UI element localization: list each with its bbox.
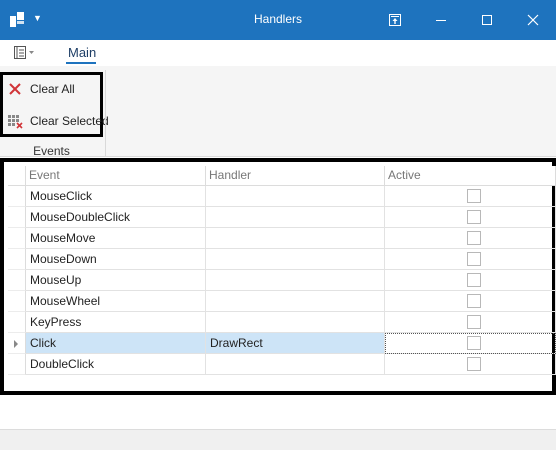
row-indicator-header xyxy=(8,166,26,186)
close-icon xyxy=(527,14,539,26)
title-bar: ▼ Handlers xyxy=(0,0,556,40)
handler-cell[interactable] xyxy=(206,186,385,207)
active-checkbox[interactable] xyxy=(467,231,481,245)
pin-icon xyxy=(389,14,401,26)
application-menu-button[interactable] xyxy=(13,45,37,61)
table-row[interactable]: MouseDoubleClick xyxy=(26,207,556,228)
ribbon-group-separator xyxy=(105,70,106,156)
active-cell[interactable] xyxy=(385,354,556,375)
table-row[interactable]: MouseUp xyxy=(26,270,556,291)
active-checkbox[interactable] xyxy=(467,315,481,329)
pin-button[interactable] xyxy=(372,0,418,40)
active-cell[interactable] xyxy=(385,249,556,270)
column-header-handler[interactable]: Handler xyxy=(206,166,385,186)
active-cell[interactable] xyxy=(385,207,556,228)
event-cell[interactable]: Click xyxy=(26,333,206,354)
row-indicator[interactable] xyxy=(8,207,26,228)
minimize-button[interactable] xyxy=(418,0,464,40)
maximize-button[interactable] xyxy=(464,0,510,40)
application-menu-icon xyxy=(14,46,34,59)
clear-selected-button[interactable]: Clear Selected xyxy=(7,109,109,133)
active-checkbox[interactable] xyxy=(467,336,481,350)
table-row[interactable]: KeyPress xyxy=(26,312,556,333)
events-group-caption: Events xyxy=(33,144,70,158)
handler-cell[interactable] xyxy=(206,228,385,249)
handler-cell[interactable] xyxy=(206,270,385,291)
status-bar xyxy=(0,429,556,450)
tab-main[interactable]: Main xyxy=(68,45,96,60)
current-row-arrow-icon xyxy=(14,340,18,348)
table-row[interactable]: MouseDown xyxy=(26,249,556,270)
event-cell[interactable]: DoubleClick xyxy=(26,354,206,375)
column-header-active[interactable]: Active xyxy=(385,166,556,186)
active-checkbox[interactable] xyxy=(467,294,481,308)
clear-all-label: Clear All xyxy=(30,82,75,96)
active-cell[interactable] xyxy=(385,333,556,354)
event-cell[interactable]: MouseUp xyxy=(26,270,206,291)
active-cell[interactable] xyxy=(385,186,556,207)
active-cell[interactable] xyxy=(385,228,556,249)
active-cell[interactable] xyxy=(385,270,556,291)
active-checkbox[interactable] xyxy=(467,273,481,287)
events-grid[interactable]: Event Handler Active MouseClick MouseDoub… xyxy=(0,158,556,395)
column-header-event[interactable]: Event xyxy=(26,166,206,186)
active-checkbox[interactable] xyxy=(467,357,481,371)
handler-cell[interactable] xyxy=(206,207,385,228)
ribbon-tab-strip: Main xyxy=(0,40,556,66)
close-button[interactable] xyxy=(510,0,556,40)
handler-cell[interactable] xyxy=(206,291,385,312)
events-ribbon-group: Clear All Clear Selected xyxy=(0,72,109,137)
event-cell[interactable]: MouseMove xyxy=(26,228,206,249)
row-indicator[interactable] xyxy=(8,270,26,291)
handler-cell[interactable]: DrawRect xyxy=(206,333,385,354)
active-checkbox[interactable] xyxy=(467,189,481,203)
row-indicator[interactable] xyxy=(8,333,26,354)
table-row[interactable]: DoubleClick xyxy=(26,354,556,375)
clear-selected-label: Clear Selected xyxy=(30,114,109,128)
event-cell[interactable]: KeyPress xyxy=(26,312,206,333)
table-row[interactable]: MouseClick xyxy=(26,186,556,207)
table-row[interactable]: MouseMove xyxy=(26,228,556,249)
clear-all-button[interactable]: Clear All xyxy=(7,77,75,101)
event-cell[interactable]: MouseClick xyxy=(26,186,206,207)
event-cell[interactable]: MouseDoubleClick xyxy=(26,207,206,228)
maximize-icon xyxy=(482,15,492,25)
row-indicator[interactable] xyxy=(8,186,26,207)
row-indicator[interactable] xyxy=(8,228,26,249)
clear-selected-grid-icon xyxy=(7,113,23,129)
handler-cell[interactable] xyxy=(206,312,385,333)
active-cell[interactable] xyxy=(385,312,556,333)
row-indicator[interactable] xyxy=(8,291,26,312)
row-indicator[interactable] xyxy=(8,354,26,375)
event-cell[interactable]: MouseDown xyxy=(26,249,206,270)
row-indicator[interactable] xyxy=(8,312,26,333)
active-cell[interactable] xyxy=(385,291,556,312)
tab-main-underline xyxy=(66,62,96,64)
active-checkbox[interactable] xyxy=(467,252,481,266)
event-cell[interactable]: MouseWheel xyxy=(26,291,206,312)
table-row[interactable]: Click DrawRect xyxy=(26,333,556,354)
row-indicator[interactable] xyxy=(8,249,26,270)
red-x-icon xyxy=(7,81,23,97)
handler-cell[interactable] xyxy=(206,249,385,270)
table-row[interactable]: MouseWheel xyxy=(26,291,556,312)
active-checkbox[interactable] xyxy=(467,210,481,224)
minimize-icon xyxy=(436,20,446,21)
handler-cell[interactable] xyxy=(206,354,385,375)
